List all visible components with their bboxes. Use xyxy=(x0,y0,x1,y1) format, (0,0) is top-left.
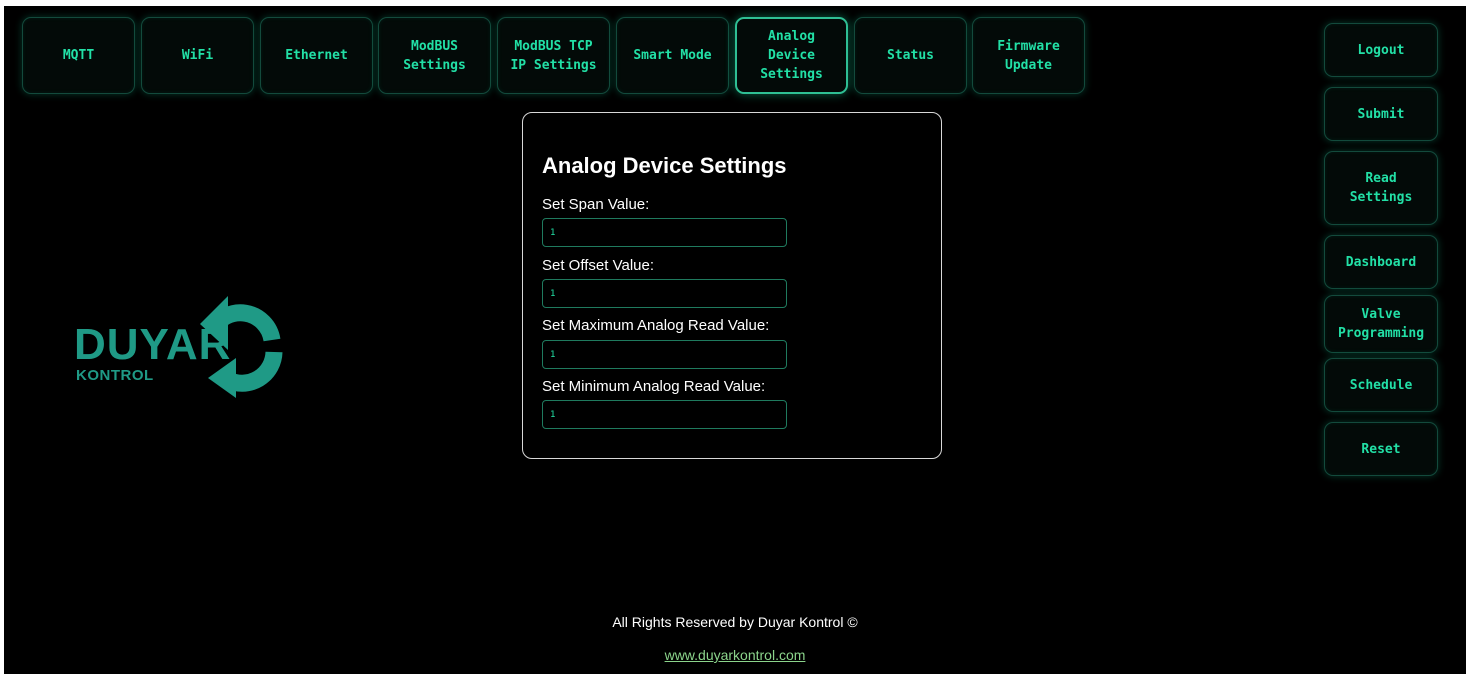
duyar-kontrol-logo: DUYAR KONTROL xyxy=(72,294,292,399)
dashboard-button[interactable]: Dashboard xyxy=(1324,235,1438,289)
offset-value-input[interactable] xyxy=(542,279,787,308)
circular-arrows-icon xyxy=(200,296,283,398)
panel-title: Analog Device Settings xyxy=(542,153,787,178)
span-value-input[interactable] xyxy=(542,218,787,247)
max-analog-read-input[interactable] xyxy=(542,340,787,369)
valve-programming-button[interactable]: Valve Programming xyxy=(1324,295,1438,353)
max-analog-read-label: Set Maximum Analog Read Value: xyxy=(542,317,770,334)
tab-smart-mode[interactable]: Smart Mode xyxy=(616,17,729,94)
read-settings-button[interactable]: Read Settings xyxy=(1324,151,1438,225)
offset-value-label: Set Offset Value: xyxy=(542,257,655,274)
reset-button[interactable]: Reset xyxy=(1324,422,1438,476)
footer-link-wrapper: www.duyarkontrol.com xyxy=(4,647,1466,663)
app-screen: MQTT WiFi Ethernet ModBUS Settings ModBU… xyxy=(4,6,1466,674)
tab-mqtt[interactable]: MQTT xyxy=(22,17,135,94)
logo-subtitle: KONTROL xyxy=(76,367,154,384)
submit-button[interactable]: Submit xyxy=(1324,87,1438,141)
analog-settings-panel: Analog Device Settings Set Span Value: S… xyxy=(522,112,942,459)
min-analog-read-input[interactable] xyxy=(542,400,787,429)
schedule-button[interactable]: Schedule xyxy=(1324,358,1438,412)
tab-modbus-tcp-ip-settings[interactable]: ModBUS TCP IP Settings xyxy=(497,17,610,94)
tab-ethernet[interactable]: Ethernet xyxy=(260,17,373,94)
tab-analog-device-settings[interactable]: Analog Device Settings xyxy=(735,17,848,94)
span-value-label: Set Span Value: xyxy=(542,196,650,213)
logout-button[interactable]: Logout xyxy=(1324,23,1438,77)
tab-modbus-settings[interactable]: ModBUS Settings xyxy=(378,17,491,94)
tab-status[interactable]: Status xyxy=(854,17,967,94)
footer-copyright: All Rights Reserved by Duyar Kontrol © xyxy=(612,614,858,630)
min-analog-read-label: Set Minimum Analog Read Value: xyxy=(542,378,766,395)
tab-firmware-update[interactable]: Firmware Update xyxy=(972,17,1085,94)
website-link[interactable]: www.duyarkontrol.com xyxy=(665,647,806,663)
tab-wifi[interactable]: WiFi xyxy=(141,17,254,94)
